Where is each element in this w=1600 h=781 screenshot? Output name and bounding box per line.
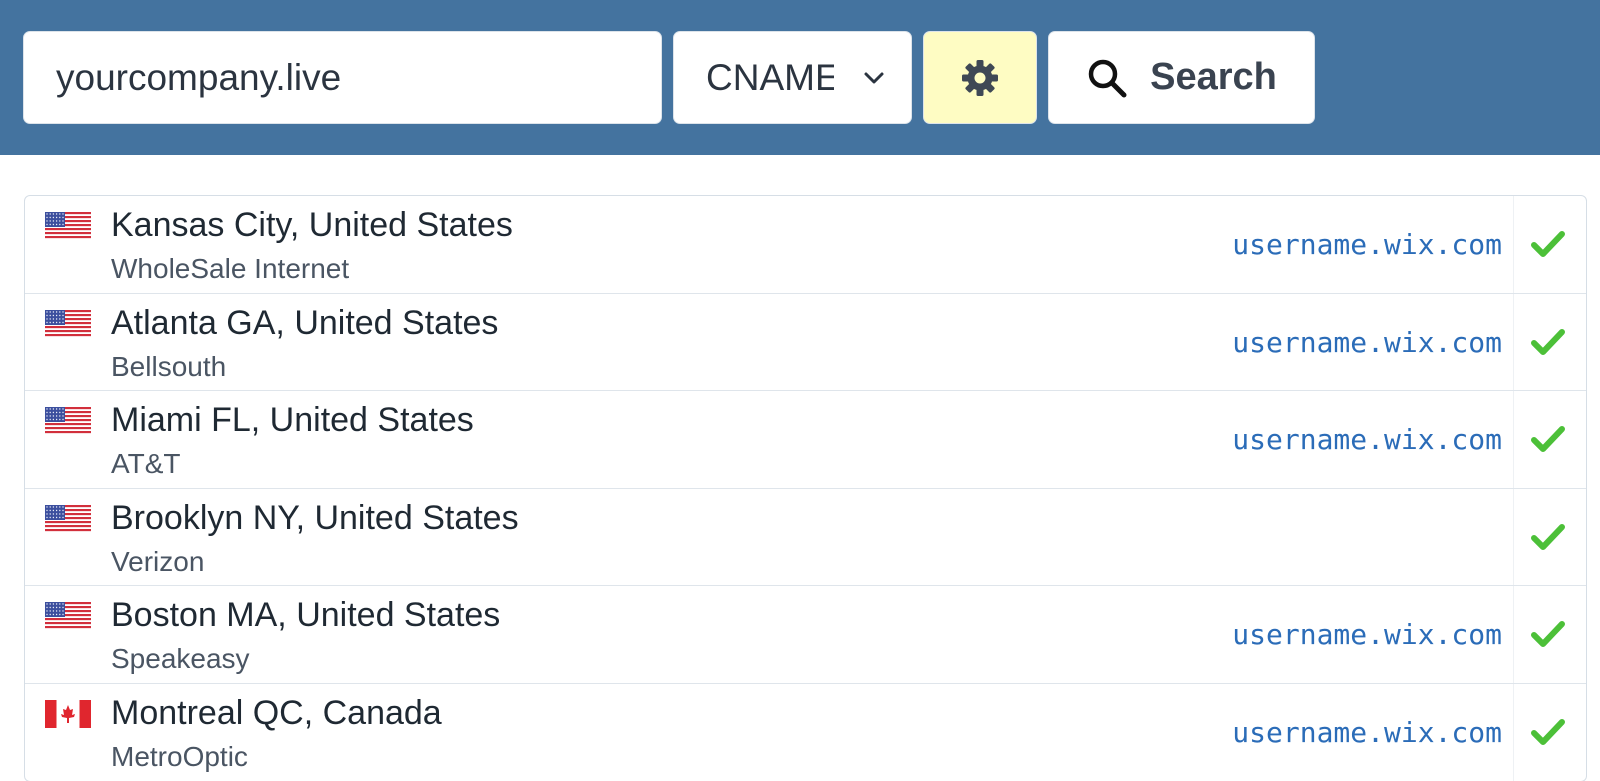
record-value[interactable]: username.wix.com xyxy=(1232,326,1502,359)
check-icon xyxy=(1531,523,1565,550)
location-label: Brooklyn NY, United States xyxy=(111,498,519,537)
check-icon xyxy=(1531,718,1565,745)
check-icon xyxy=(1531,231,1565,257)
row-divider xyxy=(1513,683,1514,781)
search-button[interactable]: Search xyxy=(1048,31,1315,124)
result-row: Miami FL, United States AT&T username.wi… xyxy=(25,391,1586,489)
us-flag-icon xyxy=(45,407,91,435)
record-type-select[interactable]: CNAME xyxy=(673,31,912,124)
row-divider xyxy=(1513,391,1514,488)
check-icon xyxy=(1531,621,1565,647)
isp-label: WholeSale Internet xyxy=(111,253,350,284)
record-value[interactable]: username.wix.com xyxy=(1232,423,1502,456)
record-type-value: CNAME xyxy=(706,56,834,98)
result-row: Brooklyn NY, United States Verizon xyxy=(25,488,1586,586)
results-list: Kansas City, United States WholeSale Int… xyxy=(24,195,1587,781)
us-flag-icon xyxy=(45,212,91,240)
row-divider xyxy=(1513,196,1514,293)
settings-button[interactable] xyxy=(923,31,1037,124)
location-label: Miami FL, United States xyxy=(111,401,474,439)
domain-input[interactable] xyxy=(23,31,662,124)
location-label: Atlanta GA, United States xyxy=(111,303,499,342)
search-header: CNAME Search xyxy=(0,0,1600,155)
location-label: Boston MA, United States xyxy=(111,596,501,634)
isp-label: MetroOptic xyxy=(111,740,248,772)
result-row: Boston MA, United States Speakeasy usern… xyxy=(25,586,1586,684)
us-flag-icon xyxy=(45,504,91,533)
record-value[interactable]: username.wix.com xyxy=(1232,716,1502,749)
search-button-label: Search xyxy=(1150,56,1277,98)
isp-label: Verizon xyxy=(111,545,205,577)
check-icon xyxy=(1531,328,1565,355)
us-flag-icon xyxy=(45,309,91,338)
row-divider xyxy=(1513,293,1514,390)
record-value[interactable]: username.wix.com xyxy=(1232,618,1502,651)
isp-label: Speakeasy xyxy=(111,643,250,674)
location-label: Montreal QC, Canada xyxy=(111,693,442,732)
isp-label: Bellsouth xyxy=(111,350,227,382)
chevron-down-icon xyxy=(864,72,884,84)
record-value[interactable]: username.wix.com xyxy=(1232,228,1502,261)
result-row: Kansas City, United States WholeSale Int… xyxy=(25,196,1586,294)
location-label: Kansas City, United States xyxy=(111,206,513,244)
canada-flag-icon xyxy=(45,699,91,728)
gear-icon xyxy=(962,59,998,96)
us-flag-icon xyxy=(45,602,91,630)
row-divider xyxy=(1513,586,1514,683)
result-row: Atlanta GA, United States Bellsouth user… xyxy=(25,293,1586,391)
search-icon xyxy=(1088,59,1127,97)
result-row: Montreal QC, Canada MetroOptic username.… xyxy=(25,683,1586,781)
row-divider xyxy=(1513,488,1514,585)
check-icon xyxy=(1531,426,1565,452)
isp-label: AT&T xyxy=(111,448,181,479)
